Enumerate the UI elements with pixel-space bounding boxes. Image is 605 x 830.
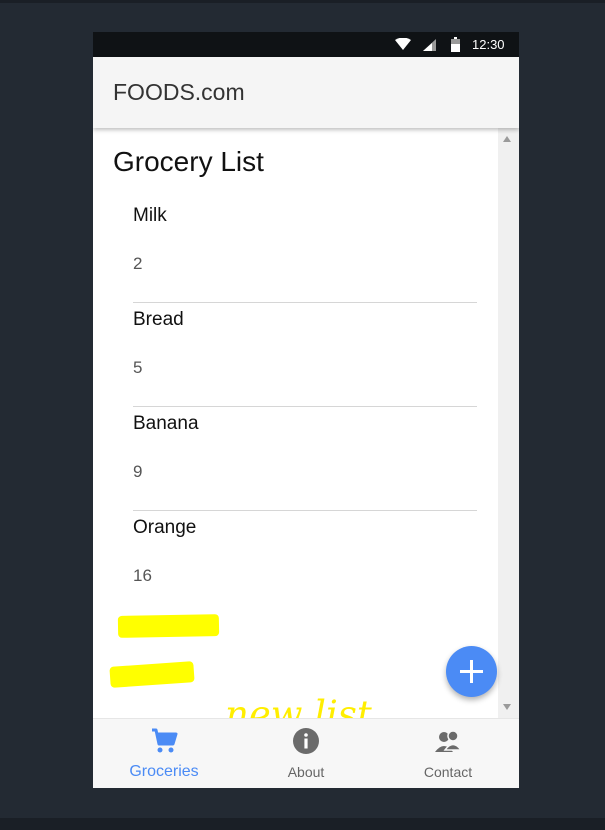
item-name: Milk: [133, 205, 167, 226]
nav-label: Groceries: [129, 763, 199, 780]
cart-icon: [152, 728, 178, 753]
list-item[interactable]: Banana 9: [133, 406, 477, 511]
bottom-navigation: Groceries About Contact: [93, 718, 519, 788]
nav-contact[interactable]: Contact: [377, 719, 519, 788]
contacts-icon: [435, 730, 462, 752]
add-item-button[interactable]: [446, 646, 497, 697]
item-name: Bread: [133, 309, 184, 330]
wifi-icon: [395, 38, 411, 50]
status-bar: 12:30: [93, 32, 519, 57]
cell-signal-icon: [423, 39, 436, 51]
nav-groceries[interactable]: Groceries: [93, 719, 235, 788]
scroll-up-arrow-icon[interactable]: [503, 136, 511, 142]
desktop-top-edge: [0, 0, 605, 3]
highlight-mark: [109, 661, 195, 688]
app-title: FOODS.com: [113, 79, 245, 105]
list-item[interactable]: Milk 2: [133, 198, 477, 303]
plus-icon: [460, 660, 483, 683]
scroll-down-arrow-icon[interactable]: [503, 704, 511, 710]
item-quantity: 2: [133, 254, 143, 273]
highlight-mark: [117, 614, 220, 638]
scrollbar[interactable]: [498, 128, 519, 718]
clock-time: 12:30: [472, 37, 505, 52]
item-name: Orange: [133, 517, 197, 538]
nav-label: Contact: [423, 764, 473, 780]
desktop-bottom-edge: [0, 818, 605, 830]
battery-icon: [451, 37, 460, 52]
item-name: Banana: [133, 413, 199, 434]
item-quantity: 16: [133, 566, 152, 585]
nav-about[interactable]: About: [235, 719, 377, 788]
list-item[interactable]: Bread 5: [133, 302, 477, 407]
item-quantity: 9: [133, 462, 143, 481]
nav-label: About: [287, 764, 325, 780]
main-content: Grocery List Milk 2 Bread 5 Banana 9 Ora…: [93, 128, 498, 736]
page-title: Grocery List: [113, 146, 264, 177]
phone-screen: 12:30 FOODS.com Grocery List Milk 2 Brea…: [93, 32, 519, 788]
list-item[interactable]: Orange 16: [133, 510, 477, 614]
info-icon: [293, 728, 319, 754]
item-quantity: 5: [133, 358, 143, 377]
app-bar: FOODS.com: [93, 57, 519, 128]
